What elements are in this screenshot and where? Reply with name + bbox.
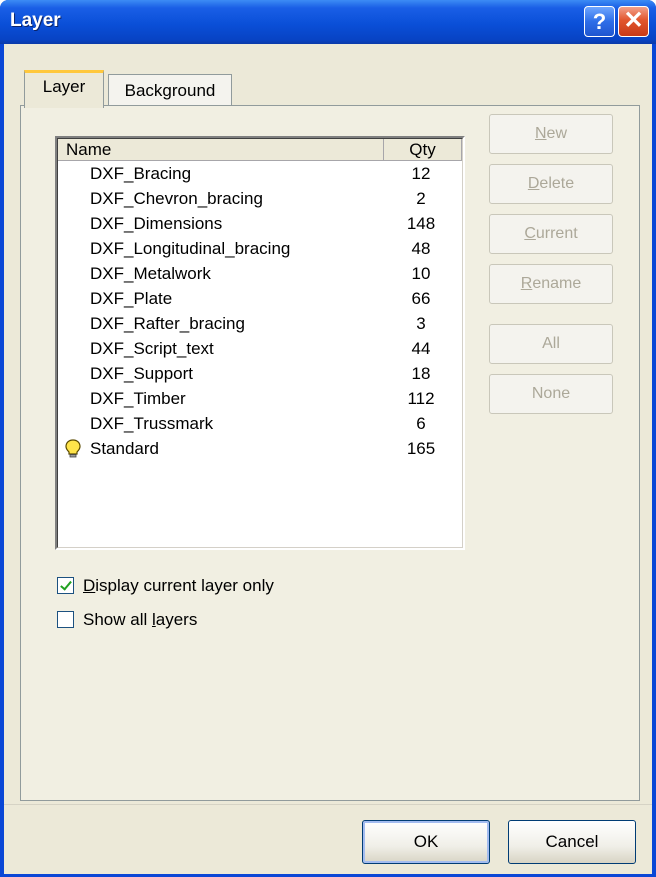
layer-qty: 148 <box>406 214 436 233</box>
column-header-qty[interactable]: Qty <box>384 139 462 161</box>
layer-qty: 112 <box>407 389 435 408</box>
layer-name: DXF_Dimensions <box>90 214 223 233</box>
lightbulb-icon <box>65 439 81 458</box>
layer-qty: 165 <box>406 439 436 458</box>
layer-qty: 2 <box>416 189 426 208</box>
layer-list-frame: Name Qty DXF_Bracing 12 DXF_Chevron_bracin… <box>57 138 463 548</box>
layer-row[interactable]: DXF_Script_text 44 <box>58 336 462 361</box>
footer-divider <box>4 804 652 805</box>
layer-row[interactable]: DXF_Metalwork 10 <box>58 261 462 286</box>
layer-name: Standard <box>90 439 159 458</box>
layer-row[interactable]: DXF_Support 18 <box>58 361 462 386</box>
layer-row[interactable]: DXF_Bracing 12 <box>58 161 462 186</box>
layer-name: DXF_Support <box>90 364 193 383</box>
layer-name: DXF_Longitudinal_bracing <box>90 239 291 258</box>
layer-qty: 48 <box>411 239 431 258</box>
dialog-title: Layer <box>10 10 61 31</box>
layer-list[interactable]: Name Qty DXF_Bracing 12 DXF_Chevron_bracin… <box>55 136 465 550</box>
layer-name: DXF_Bracing <box>90 164 192 183</box>
layer-qty: 6 <box>416 414 426 433</box>
tab-layer[interactable]: Layer <box>24 70 104 108</box>
layer-row[interactable]: DXF_Chevron_bracing 2 <box>58 186 462 211</box>
title-bar[interactable]: Layer ? ✕ <box>0 0 656 44</box>
dialog-body: Background Layer Name Qty DXF_Bracing 12 D… <box>4 44 652 874</box>
layer-row[interactable]: DXF_Dimensions 148 <box>58 211 462 236</box>
layer-row[interactable]: DXF_Timber 112 <box>58 386 462 411</box>
layer-qty: 3 <box>416 314 426 333</box>
layer-name: DXF_Rafter_bracing <box>90 314 245 333</box>
rename-button[interactable]: Rename <box>489 264 613 304</box>
layer-row[interactable]: DXF_Trussmark 6 <box>58 411 462 436</box>
display-current-layer-only-label[interactable]: Display current layer only <box>83 574 274 598</box>
layer-row[interactable]: Standard 165 <box>58 436 462 461</box>
layer-name: DXF_Chevron_bracing <box>90 189 263 208</box>
layer-qty: 12 <box>411 164 431 183</box>
delete-button[interactable]: Delete <box>489 164 613 204</box>
display-current-layer-only-checkbox[interactable] <box>57 577 74 594</box>
layer-qty: 10 <box>411 264 431 283</box>
layer-name: DXF_Metalwork <box>90 264 211 283</box>
show-all-layers-checkbox[interactable] <box>57 611 74 628</box>
tab-background[interactable]: Background <box>108 74 232 106</box>
layer-name: DXF_Timber <box>90 389 186 408</box>
layer-row[interactable]: DXF_Rafter_bracing 3 <box>58 311 462 336</box>
layer-row[interactable]: DXF_Longitudinal_bracing 48 <box>58 236 462 261</box>
new-button[interactable]: New <box>489 114 613 154</box>
help-button[interactable]: ? <box>584 6 615 37</box>
current-button[interactable]: Current <box>489 214 613 254</box>
layer-qty: 18 <box>411 364 431 383</box>
none-button[interactable]: None <box>489 374 613 414</box>
all-button[interactable]: All <box>489 324 613 364</box>
cancel-button[interactable]: Cancel <box>508 820 636 864</box>
show-all-layers-label[interactable]: Show all layers <box>83 608 197 632</box>
layer-dialog: Layer ? ✕ Background Layer Name Qty DXF_… <box>0 0 656 877</box>
close-button[interactable]: ✕ <box>618 6 649 37</box>
layer-name: DXF_Script_text <box>90 339 214 358</box>
column-header-name[interactable]: Name <box>58 139 384 161</box>
ok-button[interactable]: OK <box>362 820 490 864</box>
layer-name: DXF_Trussmark <box>90 414 214 433</box>
layer-qty: 44 <box>411 339 431 358</box>
layer-qty: 66 <box>411 289 431 308</box>
layer-tab-panel: Name Qty DXF_Bracing 12 DXF_Chevron_bracin… <box>20 105 640 801</box>
layer-row[interactable]: DXF_Plate 66 <box>58 286 462 311</box>
layer-name: DXF_Plate <box>90 289 173 308</box>
